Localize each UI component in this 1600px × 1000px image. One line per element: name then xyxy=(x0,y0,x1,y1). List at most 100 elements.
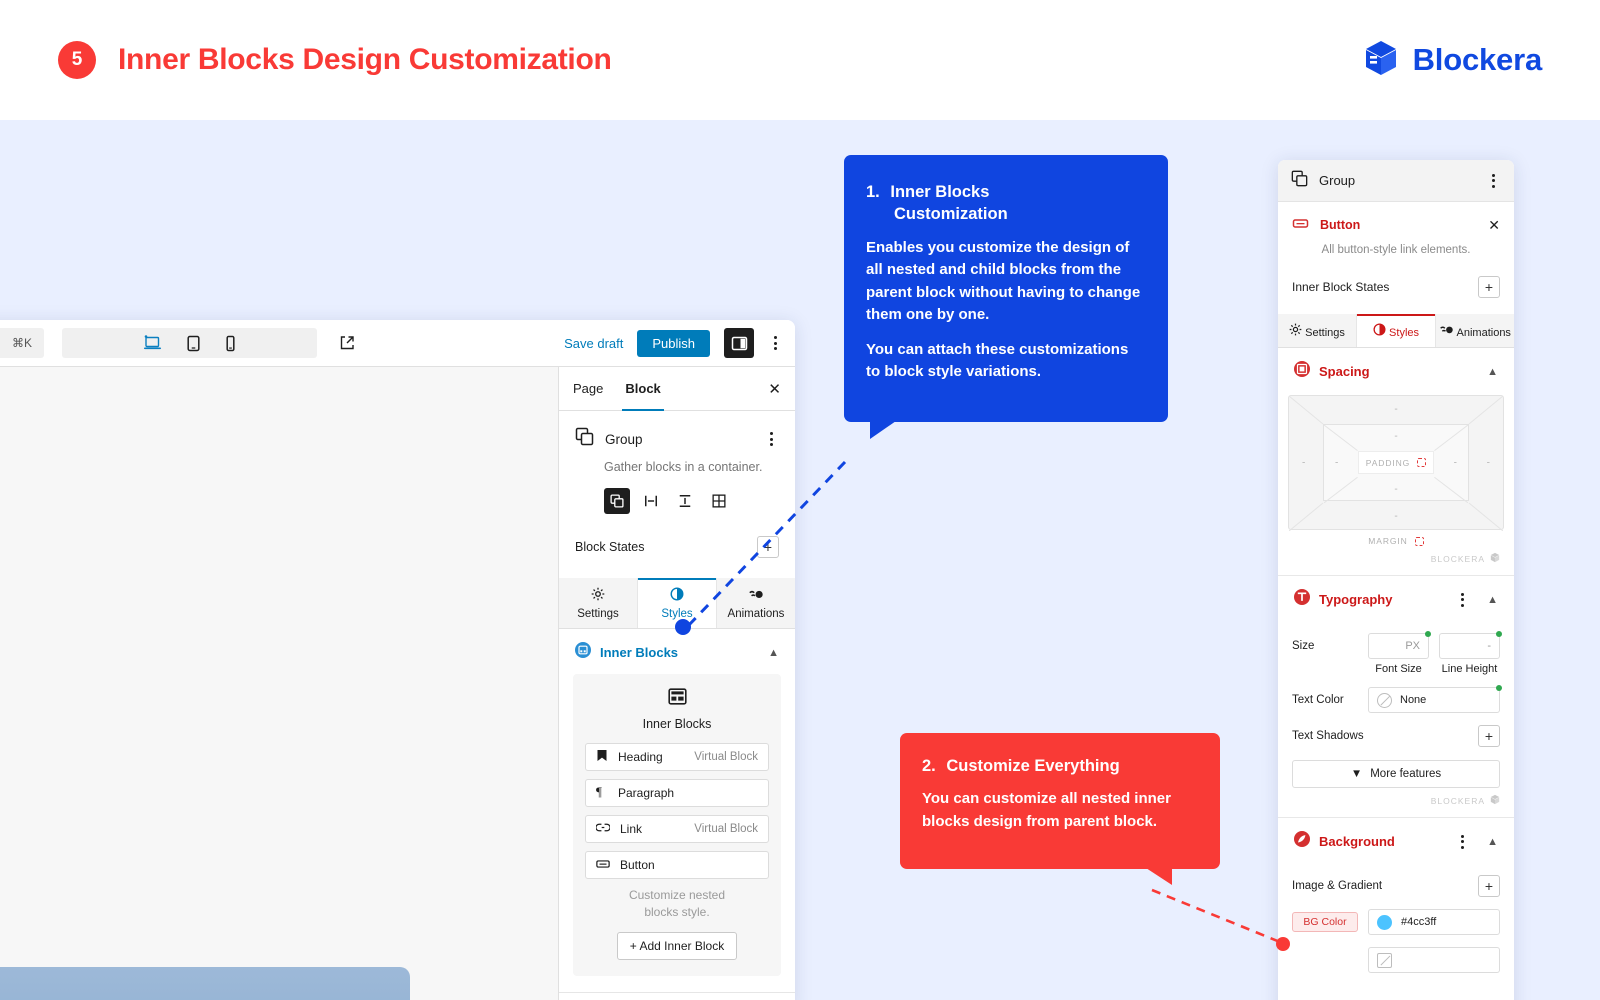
inner-block-item-button[interactable]: Button xyxy=(585,851,769,879)
rp-inner-block-close-icon[interactable]: ✕ xyxy=(1488,217,1500,234)
more-features-button[interactable]: ▼ More features xyxy=(1292,760,1500,788)
add-image-gradient-button[interactable]: + xyxy=(1478,875,1500,897)
variation-group-icon[interactable] xyxy=(604,488,630,514)
sidebar-toggle-icon[interactable] xyxy=(724,328,754,358)
rp-spacing-title: Spacing xyxy=(1319,364,1370,379)
inner-block-item-heading[interactable]: Heading Virtual Block xyxy=(585,743,769,771)
rp-typography-menu-icon[interactable] xyxy=(1455,592,1470,607)
editor-body: to innovation inability amlessly merges … xyxy=(0,367,795,1000)
add-text-shadow-button[interactable]: + xyxy=(1478,725,1500,747)
callout-1-tail xyxy=(870,420,896,439)
chevron-up-icon[interactable]: ▲ xyxy=(1487,366,1498,378)
subtab-animations-label: Animations xyxy=(727,608,785,620)
rp-add-inner-block-state-button[interactable]: + xyxy=(1478,276,1500,298)
margin-box[interactable]: - - - - - - - - PADDING xyxy=(1288,395,1504,531)
more-features-label: More features xyxy=(1370,768,1442,780)
rp-group-menu-icon[interactable] xyxy=(1486,173,1501,188)
text-color-input[interactable]: None xyxy=(1368,685,1502,713)
margin-top-value[interactable]: - xyxy=(1394,404,1397,415)
bg-color-swatch xyxy=(1377,914,1392,930)
gear-icon xyxy=(559,587,637,604)
padding-label-core: PADDING xyxy=(1358,451,1434,474)
padding-left-value[interactable]: - xyxy=(1335,457,1338,468)
padding-bottom-value[interactable]: - xyxy=(1394,484,1397,495)
margin-right-value[interactable]: - xyxy=(1487,457,1490,468)
padding-right-value[interactable]: - xyxy=(1454,457,1457,468)
rp-inner-block-states-row: Inner Block States + xyxy=(1278,276,1514,298)
canvas-heading: to innovation inability xyxy=(0,417,550,517)
inner-blocks-section-icon xyxy=(575,642,591,663)
rp-subtab-settings[interactable]: Settings xyxy=(1278,314,1357,347)
spacing-control[interactable]: - - - - - - - - PADDING MARGIN xyxy=(1288,395,1504,546)
rp-background-header[interactable]: Background ▲ xyxy=(1278,818,1514,863)
inspector-block-menu-icon[interactable] xyxy=(764,432,779,446)
tab-page[interactable]: Page xyxy=(573,367,603,411)
heading-icon xyxy=(596,749,608,765)
desktop-icon[interactable] xyxy=(143,334,162,352)
rp-subtab-animations-label: Animations xyxy=(1456,327,1511,339)
chevron-up-icon[interactable]: ▲ xyxy=(768,647,779,659)
rp-spacing-header[interactable]: Spacing ▲ xyxy=(1278,348,1514,393)
inspector-close-icon[interactable]: ✕ xyxy=(768,380,781,398)
mobile-icon[interactable] xyxy=(225,335,236,352)
chevron-up-icon[interactable]: ▲ xyxy=(1487,836,1498,848)
subtab-settings[interactable]: Settings xyxy=(559,578,638,628)
padding-box[interactable]: - - - - PADDING xyxy=(1323,424,1469,503)
add-inner-block-button[interactable]: + Add Inner Block xyxy=(616,931,738,960)
padding-top-value[interactable]: - xyxy=(1394,431,1397,442)
contrast-icon xyxy=(1373,323,1389,339)
add-block-state-button[interactable]: + xyxy=(757,536,779,558)
chevron-up-icon[interactable]: ▲ xyxy=(1487,594,1498,606)
variation-grid-icon[interactable] xyxy=(706,488,732,514)
spacing-section-icon xyxy=(1294,361,1310,382)
group-block-icon xyxy=(1291,170,1308,192)
spacing-watermark: BLOCKERA xyxy=(1278,546,1514,575)
group-block-icon xyxy=(575,427,594,451)
rp-inner-block-header: Button ✕ All button-style link elements. xyxy=(1278,202,1514,256)
inner-block-item-link[interactable]: Link Virtual Block xyxy=(585,815,769,843)
font-size-input[interactable]: PX xyxy=(1368,631,1431,659)
margin-lock-icon[interactable] xyxy=(1414,536,1424,546)
rp-background-menu-icon[interactable] xyxy=(1455,834,1470,849)
line-height-input[interactable]: - xyxy=(1439,631,1502,659)
view-site-icon[interactable] xyxy=(339,335,355,351)
button-icon xyxy=(1292,216,1309,234)
animation-icon xyxy=(717,587,795,604)
search-input[interactable]: ge ⌘K xyxy=(0,328,44,358)
rp-subtab-animations[interactable]: Animations xyxy=(1436,314,1514,347)
page-title: Inner Blocks Design Customization xyxy=(118,43,612,76)
margin-bottom-value[interactable]: - xyxy=(1394,511,1397,522)
save-draft-button[interactable]: Save draft xyxy=(564,336,623,351)
variation-row-icon[interactable] xyxy=(638,488,664,514)
callout-2-body-1: You can customize all nested inner block… xyxy=(922,790,1171,830)
subtab-styles[interactable]: Styles xyxy=(638,578,717,628)
rp-subtab-styles[interactable]: Styles xyxy=(1357,314,1436,347)
inner-blocks-section-header[interactable]: Inner Blocks ▲ xyxy=(559,629,795,674)
inspector-block-states-row: Block States + xyxy=(559,536,795,558)
inner-blocks-panel-icon xyxy=(667,688,687,709)
publish-button[interactable]: Publish xyxy=(637,329,710,357)
inner-blocks-panel-label: Inner Blocks xyxy=(642,717,712,731)
spacing-section-header[interactable]: Spacing ▲ xyxy=(559,993,795,1000)
tab-block[interactable]: Block xyxy=(622,367,665,411)
rp-group-header: Group xyxy=(1278,160,1514,202)
inspector-block-description: Gather blocks in a container. xyxy=(604,460,763,474)
subtab-animations[interactable]: Animations xyxy=(717,578,795,628)
svg-text:¶: ¶ xyxy=(596,785,602,798)
variation-stack-icon[interactable] xyxy=(672,488,698,514)
blend-input[interactable] xyxy=(1368,947,1500,973)
editor-more-menu-icon[interactable] xyxy=(768,336,783,350)
editor-canvas: to innovation inability amlessly merges … xyxy=(0,367,558,1000)
no-color-icon xyxy=(1377,692,1392,708)
rp-group-name: Group xyxy=(1319,173,1356,188)
padding-lock-icon[interactable] xyxy=(1417,458,1427,467)
margin-left-value[interactable]: - xyxy=(1302,457,1305,468)
spacing-watermark-text: BLOCKERA xyxy=(1430,553,1485,564)
bg-color-value: #4cc3ff xyxy=(1401,916,1437,928)
tablet-icon[interactable] xyxy=(186,335,201,352)
image-gradient-label: Image & Gradient xyxy=(1292,880,1383,892)
rp-typography-header[interactable]: Typography ▲ xyxy=(1278,576,1514,621)
bg-color-input[interactable]: #4cc3ff xyxy=(1368,909,1500,935)
inner-block-item-paragraph[interactable]: ¶ Paragraph xyxy=(585,779,769,807)
background-image-gradient-row: Image & Gradient + xyxy=(1278,875,1514,897)
